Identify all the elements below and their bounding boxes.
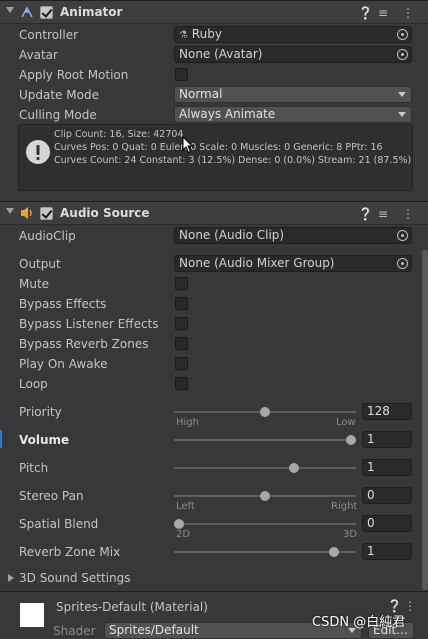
volume-label: Volume <box>19 433 70 447</box>
active-row-indicator <box>0 430 2 448</box>
mute-checkbox[interactable] <box>175 277 188 290</box>
volume-input[interactable]: 1 <box>362 431 412 448</box>
reverb-zone-mix-slider-thumb[interactable] <box>328 547 339 557</box>
kebab-menu-icon[interactable]: ⋮ <box>404 599 416 613</box>
reverb-zone-mix-label: Reverb Zone Mix <box>19 545 121 559</box>
info-icon <box>26 140 50 164</box>
output-label: Output <box>19 257 61 271</box>
play-on-awake-checkbox[interactable] <box>175 357 188 370</box>
priority-label: Priority <box>19 405 62 419</box>
play-on-awake-label: Play On Awake <box>19 357 108 371</box>
pitch-slider-thumb[interactable] <box>289 463 300 473</box>
info-line-1: Clip Count: 16, Size: 42704 <box>54 129 184 140</box>
animator-info-box: Clip Count: 16, Size: 42704 Curves Pos: … <box>18 124 413 191</box>
update-mode-label: Update Mode <box>19 88 99 102</box>
bypass-effects-label: Bypass Effects <box>19 297 107 311</box>
stereo-pan-input[interactable]: 0 <box>362 487 412 504</box>
bypass-reverb-zones-label: Bypass Reverb Zones <box>19 337 149 351</box>
bypass-listener-effects-label: Bypass Listener Effects <box>19 317 159 331</box>
culling-mode-dropdown[interactable]: Always Animate <box>174 106 412 123</box>
stereo-pan-label: Stereo Pan <box>19 489 84 503</box>
stereo-pan-max-label: Right <box>331 501 358 512</box>
watermark: CSDN @白純君 <box>312 615 406 630</box>
loop-checkbox[interactable] <box>175 377 188 390</box>
bypass-effects-checkbox[interactable] <box>175 297 188 310</box>
animator-enabled-checkbox[interactable] <box>40 6 53 19</box>
audioclip-value: None (Audio Clip) <box>179 228 285 242</box>
output-value: None (Audio Mixer Group) <box>179 256 335 270</box>
help-icon[interactable]: ❔ <box>358 6 373 20</box>
mute-label: Mute <box>19 277 50 291</box>
spatial-blend-max-label: 3D <box>343 529 358 540</box>
bypass-listener-effects-checkbox[interactable] <box>175 317 188 330</box>
spatial-blend-input[interactable]: 0 <box>362 515 412 532</box>
controller-field[interactable]: ⚗ Ruby <box>174 26 412 43</box>
info-line-3: Curves Count: 24 Constant: 3 (12.5%) Den… <box>54 155 412 166</box>
object-picker-icon[interactable] <box>397 29 408 40</box>
avatar-label: Avatar <box>19 48 58 62</box>
shader-value: Sprites/Default <box>109 623 199 637</box>
material-preview <box>20 603 44 627</box>
animator-title: Animator <box>60 5 123 19</box>
shader-label: Shader <box>53 624 96 638</box>
output-field[interactable]: None (Audio Mixer Group) <box>174 255 412 272</box>
spatial-blend-slider-track[interactable] <box>174 523 356 525</box>
stereo-pan-min-label: Left <box>176 501 195 512</box>
inspector-scrollbar[interactable] <box>422 250 428 590</box>
volume-slider-track[interactable] <box>174 439 356 441</box>
audioclip-label: AudioClip <box>19 229 76 243</box>
update-mode-value: Normal <box>179 87 223 101</box>
priority-min-label: High <box>176 417 199 428</box>
object-picker-icon[interactable] <box>397 49 408 60</box>
chevron-down-icon <box>398 92 406 97</box>
spatial-blend-slider-thumb[interactable] <box>174 519 184 529</box>
object-picker-icon[interactable] <box>397 230 408 241</box>
animator-header[interactable]: Animator ❔ ≡ ⋮ <box>0 0 428 24</box>
audio-source-title: Audio Source <box>60 206 150 220</box>
audio-source-enabled-checkbox[interactable] <box>40 207 53 220</box>
controller-label: Controller <box>19 28 79 42</box>
pitch-slider-track[interactable] <box>174 467 356 469</box>
kebab-menu-icon[interactable]: ⋮ <box>402 207 414 221</box>
preset-icon[interactable]: ≡ <box>378 6 388 20</box>
avatar-field[interactable]: None (Avatar) <box>174 46 412 63</box>
object-picker-icon[interactable] <box>397 258 408 269</box>
audio-source-header[interactable]: Audio Source ❔ ≡ ⋮ <box>0 201 428 225</box>
animator-icon <box>21 6 33 18</box>
priority-max-label: Low <box>336 417 356 428</box>
spatial-blend-label: Spatial Blend <box>19 517 99 531</box>
stereo-pan-slider-thumb[interactable] <box>260 491 270 501</box>
bypass-reverb-zones-checkbox[interactable] <box>175 337 188 350</box>
pitch-label: Pitch <box>19 461 49 475</box>
culling-mode-value: Always Animate <box>179 107 276 121</box>
apply-root-motion-label: Apply Root Motion <box>19 68 129 82</box>
loop-label: Loop <box>19 377 48 391</box>
material-divider <box>0 591 428 592</box>
controller-value: Ruby <box>191 27 222 41</box>
volume-slider-thumb[interactable] <box>346 435 356 445</box>
preset-icon[interactable]: ≡ <box>378 207 388 221</box>
expand-arrow-icon[interactable] <box>8 574 14 582</box>
speaker-icon <box>21 207 32 219</box>
controller-asset-icon: ⚗ <box>179 30 188 41</box>
mouse-cursor-icon <box>182 136 194 154</box>
avatar-value: None (Avatar) <box>179 47 263 61</box>
spatial-blend-min-label: 2D <box>176 529 191 540</box>
priority-input[interactable]: 128 <box>362 403 412 420</box>
kebab-menu-icon[interactable]: ⋮ <box>402 6 414 20</box>
apply-root-motion-checkbox[interactable] <box>175 68 188 81</box>
sound-3d-settings-foldout[interactable]: 3D Sound Settings <box>19 571 131 585</box>
material-title[interactable]: Sprites-Default (Material) <box>56 600 208 614</box>
help-icon[interactable]: ❔ <box>358 207 373 221</box>
audioclip-field[interactable]: None (Audio Clip) <box>174 227 412 244</box>
culling-mode-label: Culling Mode <box>19 108 97 122</box>
info-line-2: Curves Pos: 0 Quat: 0 Euler: 0 Scale: 0 … <box>54 142 383 153</box>
collapse-arrow-icon[interactable] <box>6 208 14 214</box>
reverb-zone-mix-input[interactable]: 1 <box>362 543 412 560</box>
pitch-input[interactable]: 1 <box>362 459 412 476</box>
update-mode-dropdown[interactable]: Normal <box>174 86 412 103</box>
collapse-arrow-icon[interactable] <box>6 7 14 13</box>
priority-slider-thumb[interactable] <box>260 407 270 417</box>
chevron-down-icon <box>398 112 406 117</box>
